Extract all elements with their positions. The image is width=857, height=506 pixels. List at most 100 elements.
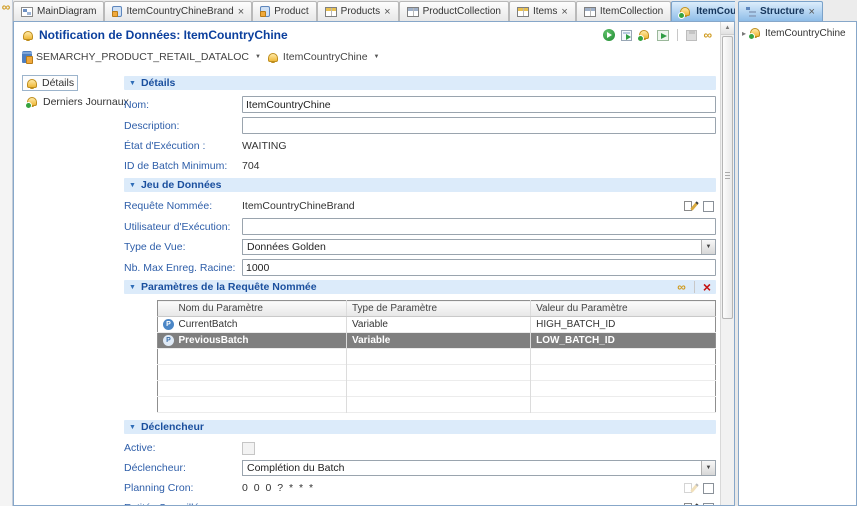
collapsed-panel-strip[interactable]: ∞ <box>0 0 13 506</box>
chevron-down-icon[interactable]: ▼ <box>374 54 380 60</box>
declencheur-select[interactable]: Complétion du Batch ▼ <box>242 460 716 476</box>
run-configuration-icon[interactable] <box>621 30 632 41</box>
tab-products[interactable]: Products × <box>317 1 399 21</box>
section-params-header[interactable]: ▼ Paramètres de la Requête Nommée ∞ × <box>124 280 716 294</box>
col-valeur-parametre[interactable]: Valeur du Paramètre <box>531 301 716 317</box>
editor-scrollbar[interactable]: ▲ <box>720 22 734 505</box>
tab-product[interactable]: Product <box>252 1 316 21</box>
dropdown-arrow-icon[interactable]: ▼ <box>701 240 715 254</box>
tab-label: Structure <box>760 6 804 17</box>
batch-minimum-label: ID de Batch Minimum: <box>124 160 242 172</box>
active-label: Active: <box>124 442 242 454</box>
toolbar-separator <box>694 281 695 293</box>
tab-structure[interactable]: Structure × <box>738 1 823 21</box>
scroll-up-arrow[interactable]: ▲ <box>721 22 734 35</box>
empty-row <box>158 349 716 365</box>
utilisateur-execution-input[interactable] <box>242 218 716 235</box>
collapse-triangle-icon: ▼ <box>129 284 136 291</box>
toolbar-separator <box>677 29 678 41</box>
checkbox[interactable] <box>703 201 714 212</box>
requete-nommee-label: Requête Nommée: <box>124 200 242 212</box>
resume-icon[interactable] <box>657 30 669 41</box>
section-title: Détails <box>141 77 175 89</box>
tab-label: ItemCollection <box>600 6 663 17</box>
tab-label: ItemCountryChineBrand <box>126 6 233 17</box>
col-type-parametre[interactable]: Type de Paramètre <box>346 301 530 317</box>
max-enreg-label: Nb. Max Enreg. Racine: <box>124 262 242 274</box>
type-vue-select[interactable]: Données Golden ▼ <box>242 239 716 255</box>
notification-form: ▼ Détails Nom: Description: État d'E <box>124 73 718 505</box>
link-icon[interactable]: ∞ <box>703 30 712 40</box>
tab-label: MainDiagram <box>37 6 96 17</box>
checkbox[interactable] <box>703 483 714 494</box>
description-input[interactable] <box>242 117 716 134</box>
section-details-header[interactable]: ▼ Détails <box>124 76 716 90</box>
close-icon[interactable]: × <box>384 7 390 17</box>
tab-productcollection[interactable]: ProductCollection <box>399 1 509 21</box>
select-value: Complétion du Batch <box>243 462 701 474</box>
structure-icon <box>746 7 756 17</box>
edit-icon-disabled <box>684 482 697 495</box>
declencheur-label: Déclencheur: <box>124 462 242 474</box>
delete-icon[interactable]: × <box>703 281 711 293</box>
requete-nommee-value: ItemCountryChineBrand <box>242 200 355 212</box>
structure-tree: ▸ ItemCountryChine <box>738 21 857 506</box>
entites-surveillees-label: Entités Surveillées : <box>124 502 242 505</box>
nom-input[interactable] <box>242 96 716 113</box>
scrollbar-thumb[interactable] <box>722 36 733 319</box>
sidebar-item-label: Derniers Journaux <box>43 96 129 108</box>
tab-itemcountrychine[interactable]: ItemCountryChine × <box>671 1 735 21</box>
tab-maindiagram[interactable]: MainDiagram <box>13 1 104 21</box>
table-row[interactable]: P CurrentBatch Variable HIGH_BATCH_ID <box>158 317 716 333</box>
section-title: Jeu de Données <box>141 179 222 191</box>
section-trigger-header[interactable]: ▼ Déclencheur <box>124 420 716 434</box>
select-value: Données Golden <box>243 241 701 253</box>
save-icon-disabled <box>686 30 697 41</box>
restore-view-icon[interactable]: ∞ <box>2 2 11 12</box>
breadcrumb-model[interactable]: SEMARCHY_PRODUCT_RETAIL_DATALOC <box>36 51 249 63</box>
schedule-notification-icon[interactable] <box>638 29 651 41</box>
planning-cron-value: 0 0 0 ? * * * <box>242 482 315 494</box>
edit-icon[interactable] <box>684 200 697 213</box>
active-checkbox <box>242 442 255 455</box>
chevron-down-icon[interactable]: ▼ <box>255 54 261 60</box>
param-name: CurrentBatch <box>174 317 347 333</box>
param-value: LOW_BATCH_ID <box>531 333 716 349</box>
tab-items[interactable]: Items × <box>509 1 576 21</box>
breadcrumb: SEMARCHY_PRODUCT_RETAIL_DATALOC ▼ ItemCo… <box>22 51 718 63</box>
dropdown-arrow-icon[interactable]: ▼ <box>701 461 715 475</box>
planning-cron-label: Planning Cron: <box>124 482 242 494</box>
sidebar-item-derniers-journaux[interactable]: Derniers Journaux <box>22 94 133 110</box>
editor-toolbar: ∞ <box>603 29 718 41</box>
editor-tab-bar: MainDiagram ItemCountryChineBrand × Prod… <box>13 0 735 21</box>
edit-icon[interactable] <box>684 502 697 506</box>
empty-row <box>158 397 716 413</box>
structure-tab-bar: Structure × <box>738 0 857 21</box>
section-title: Paramètres de la Requête Nommée <box>141 281 317 293</box>
empty-row <box>158 365 716 381</box>
parameter-icon: P <box>163 319 174 330</box>
close-icon[interactable]: × <box>238 7 244 17</box>
run-notification-icon[interactable] <box>603 29 615 41</box>
parameters-table: Nom du Paramètre Type de Paramètre Valeu… <box>157 300 716 413</box>
table-icon <box>517 7 529 17</box>
table-row-selected[interactable]: P PreviousBatch Variable LOW_BATCH_ID <box>158 333 716 349</box>
breadcrumb-object[interactable]: ItemCountryChine <box>283 51 368 63</box>
table-collection-icon <box>584 7 596 17</box>
max-enreg-input[interactable] <box>242 259 716 276</box>
close-icon[interactable]: × <box>808 7 814 17</box>
section-dataset-header[interactable]: ▼ Jeu de Données <box>124 178 716 192</box>
collapse-triangle-icon: ▼ <box>129 182 136 189</box>
tab-itemcountrychinebrand[interactable]: ItemCountryChineBrand × <box>104 1 252 21</box>
checkbox[interactable] <box>703 503 714 506</box>
empty-row <box>158 381 716 397</box>
nom-label: Nom: <box>124 99 242 111</box>
tree-item-itemcountrychine[interactable]: ▸ ItemCountryChine <box>742 27 853 39</box>
batch-minimum-value: 704 <box>242 160 260 172</box>
expand-arrow-icon[interactable]: ▸ <box>742 29 746 38</box>
link-icon[interactable]: ∞ <box>677 282 686 292</box>
sidebar-item-details[interactable]: Détails <box>22 75 78 91</box>
col-nom-parametre[interactable]: Nom du Paramètre <box>174 301 347 317</box>
tab-itemcollection[interactable]: ItemCollection <box>576 1 671 21</box>
close-icon[interactable]: × <box>561 7 567 17</box>
